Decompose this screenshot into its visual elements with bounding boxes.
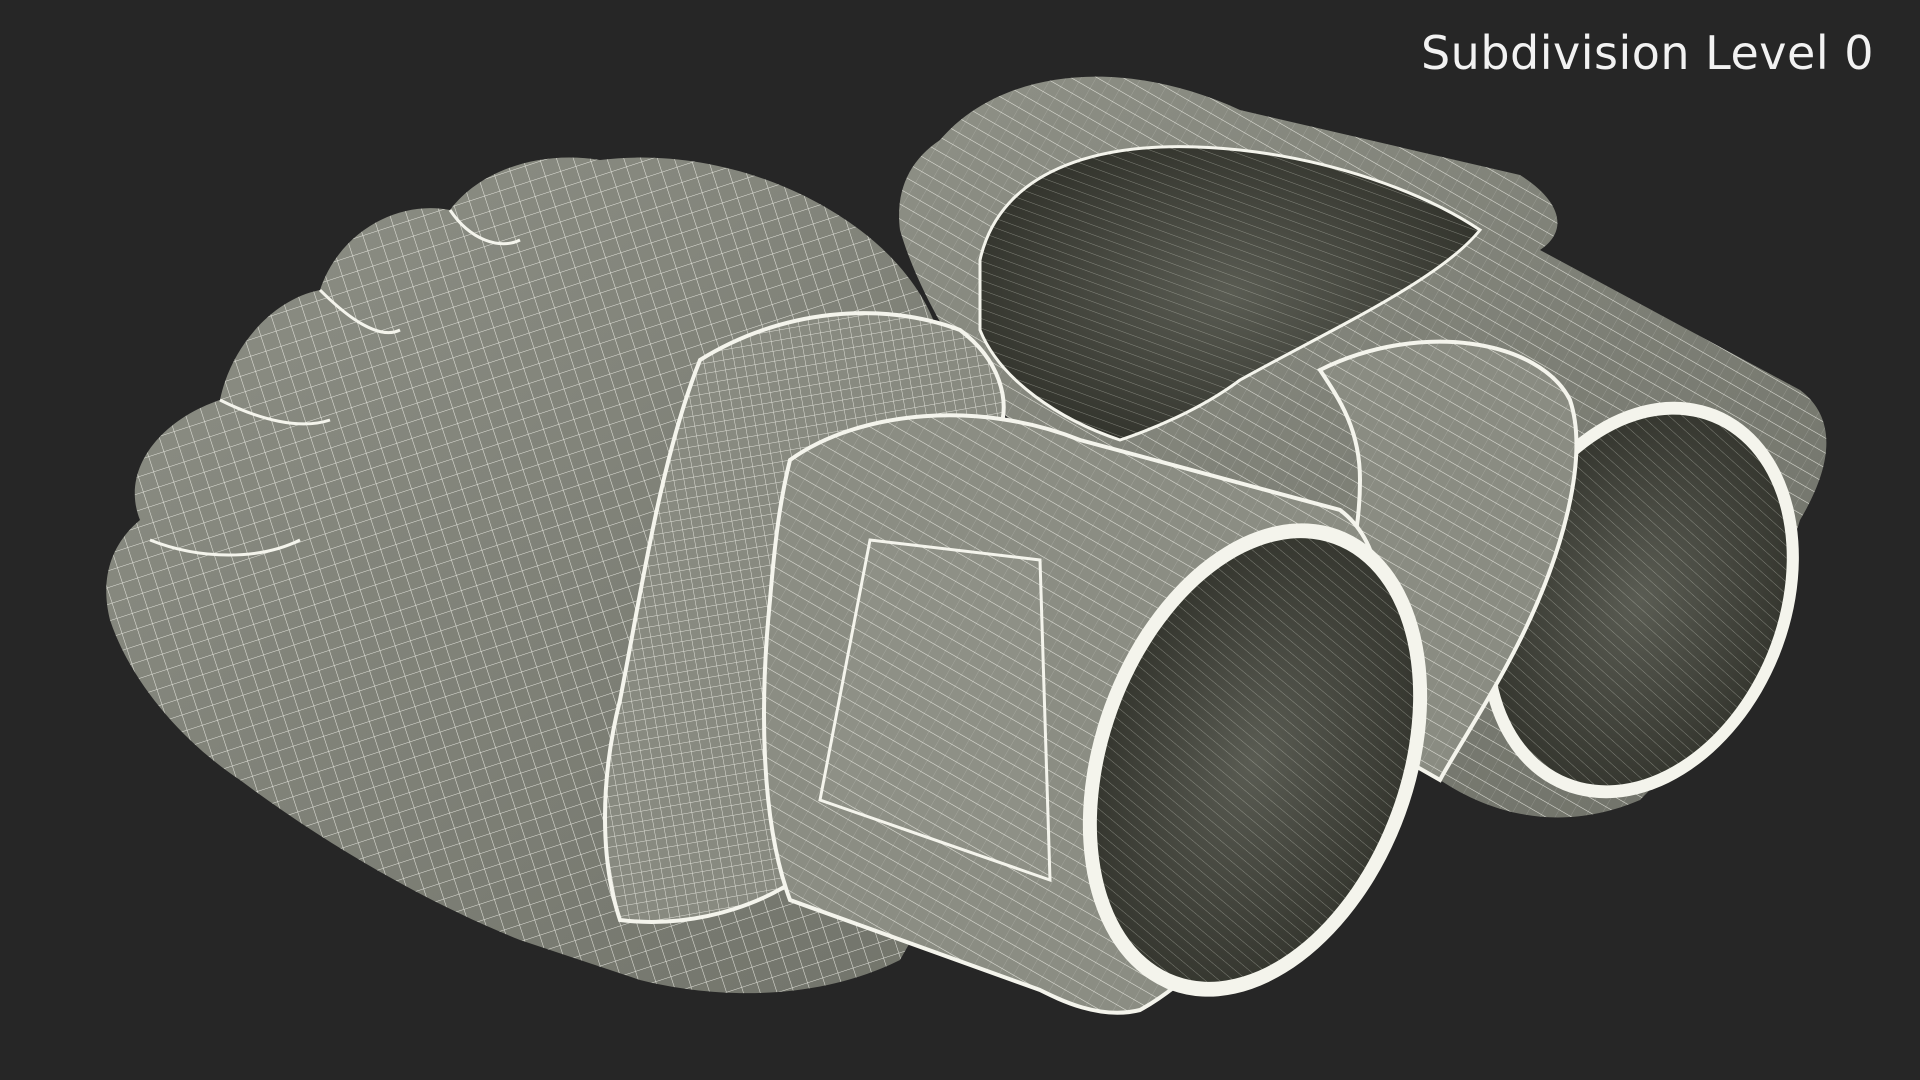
subdivision-level-label: Subdivision Level 0 [1420, 26, 1874, 80]
wireframe-gloves-render [106, 76, 1827, 1015]
render-viewport: Subdivision Level 0 [0, 0, 1920, 1080]
